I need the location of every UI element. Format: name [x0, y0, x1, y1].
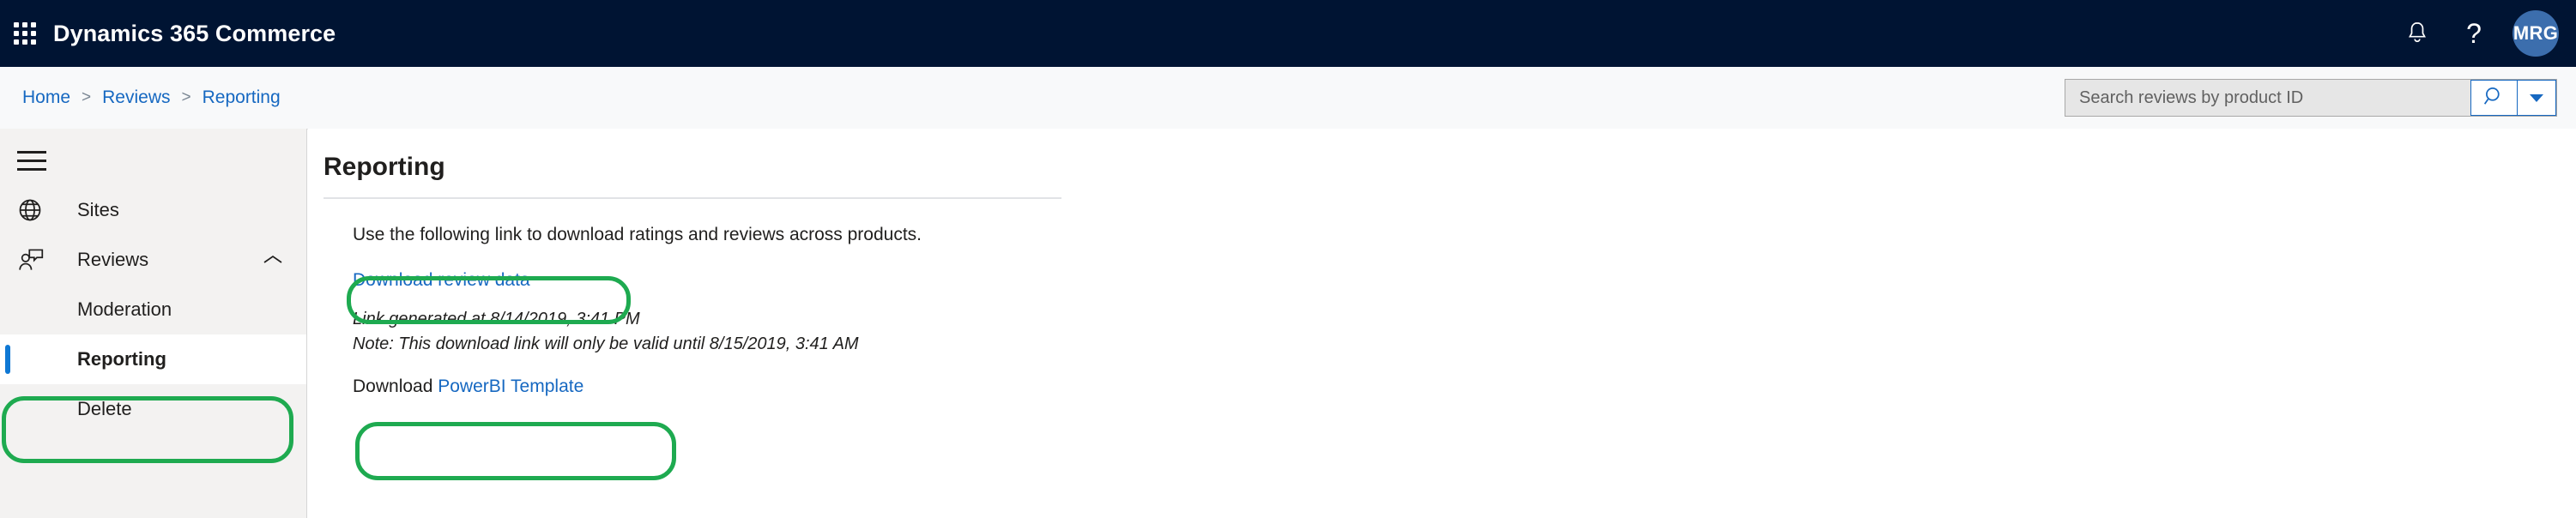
- breadcrumb: Home > Reviews > Reporting: [0, 87, 281, 108]
- search-bar: [2065, 79, 2557, 117]
- app-root: Dynamics 365 Commerce ? MRG Home > Revie…: [0, 0, 2576, 518]
- intro-text: Use the following link to download ratin…: [353, 225, 922, 244]
- powerbi-template-link[interactable]: PowerBI Template: [438, 376, 584, 396]
- link-notes: Link generated at 8/14/2019, 3:41 PM Not…: [353, 307, 2576, 356]
- main-content: Reporting Use the following link to down…: [308, 129, 2576, 518]
- command-bar: Home > Reviews > Reporting: [0, 67, 2576, 130]
- note-link-validity: Note: This download link will only be va…: [353, 334, 859, 353]
- sidebar-item-label: Reviews: [77, 249, 149, 270]
- sidebar-item-delete[interactable]: Delete: [0, 384, 306, 434]
- breadcrumb-separator: >: [82, 88, 92, 106]
- sidebar: Sites Reviews Moderation Reporting Delet…: [0, 129, 307, 518]
- top-header-bar: Dynamics 365 Commerce ? MRG: [0, 0, 2576, 67]
- question-mark-icon: ?: [2466, 18, 2482, 49]
- sidebar-item-label: Sites: [77, 199, 119, 220]
- sidebar-item-sites[interactable]: Sites: [0, 185, 306, 235]
- avatar[interactable]: MRG: [2513, 10, 2559, 57]
- grid-waffle-icon[interactable]: [12, 21, 38, 46]
- selected-indicator: [5, 345, 10, 374]
- sidebar-item-reviews[interactable]: Reviews: [0, 235, 306, 285]
- globe-icon: [17, 197, 55, 223]
- app-title: Dynamics 365 Commerce: [53, 20, 336, 46]
- notifications-button[interactable]: [2389, 0, 2446, 67]
- chevron-up-icon[interactable]: [262, 253, 284, 267]
- search-button[interactable]: [2470, 80, 2517, 116]
- bell-icon: [2405, 21, 2429, 46]
- sidebar-item-label: Delete: [77, 398, 132, 419]
- header-actions: ? MRG: [2389, 0, 2576, 67]
- hamburger-menu-icon[interactable]: [17, 136, 65, 185]
- sidebar-item-label: Moderation: [77, 298, 172, 320]
- powerbi-template-row: Download PowerBI Template: [353, 376, 584, 397]
- search-input[interactable]: [2065, 80, 2470, 116]
- download-review-data-link[interactable]: Download review data: [353, 270, 530, 291]
- breadcrumb-separator: >: [181, 88, 191, 106]
- download-review-data-row: Download review data: [353, 270, 530, 291]
- breadcrumb-item-reporting[interactable]: Reporting: [203, 87, 281, 108]
- person-review-icon: [17, 247, 55, 273]
- breadcrumb-item-reviews[interactable]: Reviews: [102, 87, 170, 108]
- powerbi-prefix-label: Download: [353, 376, 438, 397]
- chevron-down-icon: [2530, 93, 2543, 102]
- sidebar-item-reporting[interactable]: Reporting: [0, 334, 306, 384]
- magnifier-icon: [2483, 85, 2506, 111]
- help-button[interactable]: ?: [2446, 0, 2502, 67]
- search-options-button[interactable]: [2517, 80, 2556, 116]
- sidebar-item-moderation[interactable]: Moderation: [0, 285, 306, 334]
- page-title: Reporting: [324, 153, 445, 181]
- breadcrumb-item-home[interactable]: Home: [22, 87, 70, 108]
- title-divider: [324, 197, 1061, 199]
- note-generated-at: Link generated at 8/14/2019, 3:41 PM: [353, 310, 640, 328]
- sidebar-item-label: Reporting: [77, 348, 166, 370]
